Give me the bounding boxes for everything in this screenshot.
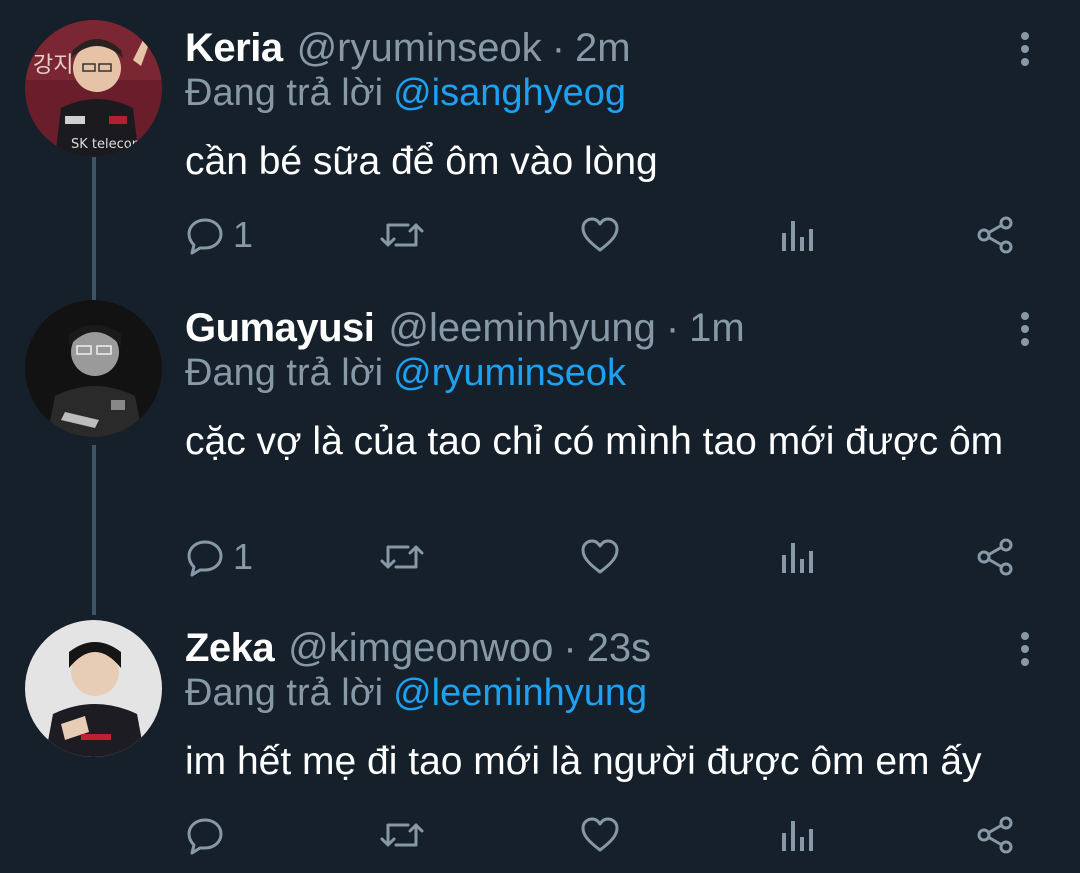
more-options-icon[interactable] (1010, 630, 1040, 668)
action-bar: 1 (185, 532, 1025, 582)
separator-dot: · (563, 625, 577, 670)
svg-text:SK telecom: SK telecom (71, 137, 144, 152)
reply-count: 1 (233, 214, 254, 255)
reply-icon (187, 818, 223, 855)
handle[interactable]: @leeminhyung (388, 306, 655, 351)
keria-avatar-icon: 강지 SK telecom (25, 20, 162, 157)
like-icon (581, 539, 619, 574)
display-name[interactable]: Keria (185, 26, 283, 71)
replying-to: Đang trả lời @ryuminseok (185, 352, 626, 404)
more-options-icon[interactable] (1010, 310, 1040, 348)
reply-button[interactable]: 1 (185, 210, 253, 260)
like-button[interactable] (580, 210, 620, 260)
replying-to: Đang trả lời @leeminhyung (185, 672, 647, 724)
avatar[interactable]: 강지 SK telecom (25, 20, 162, 157)
views-icon (782, 221, 813, 251)
action-bar (185, 810, 1025, 860)
svg-text:강지: 강지 (33, 53, 73, 78)
reply-icon (187, 218, 223, 255)
zeka-avatar-icon (25, 620, 162, 757)
retweet-icon (380, 223, 424, 247)
tweet[interactable]: 강지 SK telecom Keria @ryuminseok · 2m Đan… (0, 20, 1080, 290)
replying-prefix: Đang trả lời (185, 72, 384, 114)
like-button[interactable] (580, 532, 620, 582)
views-button[interactable] (780, 532, 814, 582)
views-button[interactable] (780, 810, 814, 860)
tweet-text: cần bé sữa để ôm vào lòng (185, 140, 658, 183)
timestamp[interactable]: 23s (587, 626, 652, 671)
reply-button[interactable]: 1 (185, 532, 253, 582)
share-icon (977, 816, 1013, 854)
views-button[interactable] (780, 210, 814, 260)
share-icon (977, 538, 1013, 576)
display-name[interactable]: Gumayusi (185, 306, 375, 351)
share-icon (977, 216, 1013, 254)
reply-button[interactable] (185, 810, 233, 860)
tweet-text: cặc vợ là của tao chỉ có mình tao mới đư… (185, 420, 1004, 463)
retweet-icon (380, 545, 424, 569)
like-icon (581, 817, 619, 852)
share-button[interactable] (975, 532, 1015, 582)
mention-link[interactable]: @leeminhyung (393, 672, 647, 714)
handle[interactable]: @kimgeonwoo (288, 626, 553, 671)
replying-to: Đang trả lời @isanghyeog (185, 72, 626, 124)
display-name[interactable]: Zeka (185, 626, 275, 671)
mention-link[interactable]: @ryuminseok (393, 352, 626, 394)
gumayusi-avatar-icon (25, 300, 162, 437)
more-options-icon[interactable] (1010, 30, 1040, 68)
timestamp[interactable]: 2m (575, 26, 631, 71)
retweet-button[interactable] (380, 210, 424, 260)
reply-icon (187, 540, 223, 577)
separator-dot: · (551, 25, 566, 70)
mention-link[interactable]: @isanghyeog (393, 72, 626, 114)
action-bar: 1 (185, 210, 1025, 260)
share-button[interactable] (975, 210, 1015, 260)
replying-prefix: Đang trả lời (185, 672, 384, 714)
timestamp[interactable]: 1m (689, 306, 745, 351)
like-button[interactable] (580, 810, 620, 860)
reply-count: 1 (233, 536, 254, 577)
retweet-button[interactable] (380, 532, 424, 582)
avatar[interactable] (25, 620, 162, 757)
replying-prefix: Đang trả lời (185, 352, 384, 394)
separator-dot: · (665, 305, 680, 350)
avatar[interactable] (25, 300, 162, 437)
tweet[interactable]: Zeka @kimgeonwoo · 23s Đang trả lời @leem… (0, 620, 1080, 870)
handle[interactable]: @ryuminseok (297, 26, 542, 71)
tweet[interactable]: Gumayusi @leeminhyung · 1m Đang trả lời @… (0, 300, 1080, 600)
like-icon (581, 217, 619, 252)
share-button[interactable] (975, 810, 1015, 860)
retweet-icon (380, 823, 424, 847)
views-icon (782, 543, 813, 573)
tweet-text: im hết mẹ đi tao mới là người được ôm em… (185, 740, 982, 783)
views-icon (782, 821, 813, 851)
retweet-button[interactable] (380, 810, 424, 860)
